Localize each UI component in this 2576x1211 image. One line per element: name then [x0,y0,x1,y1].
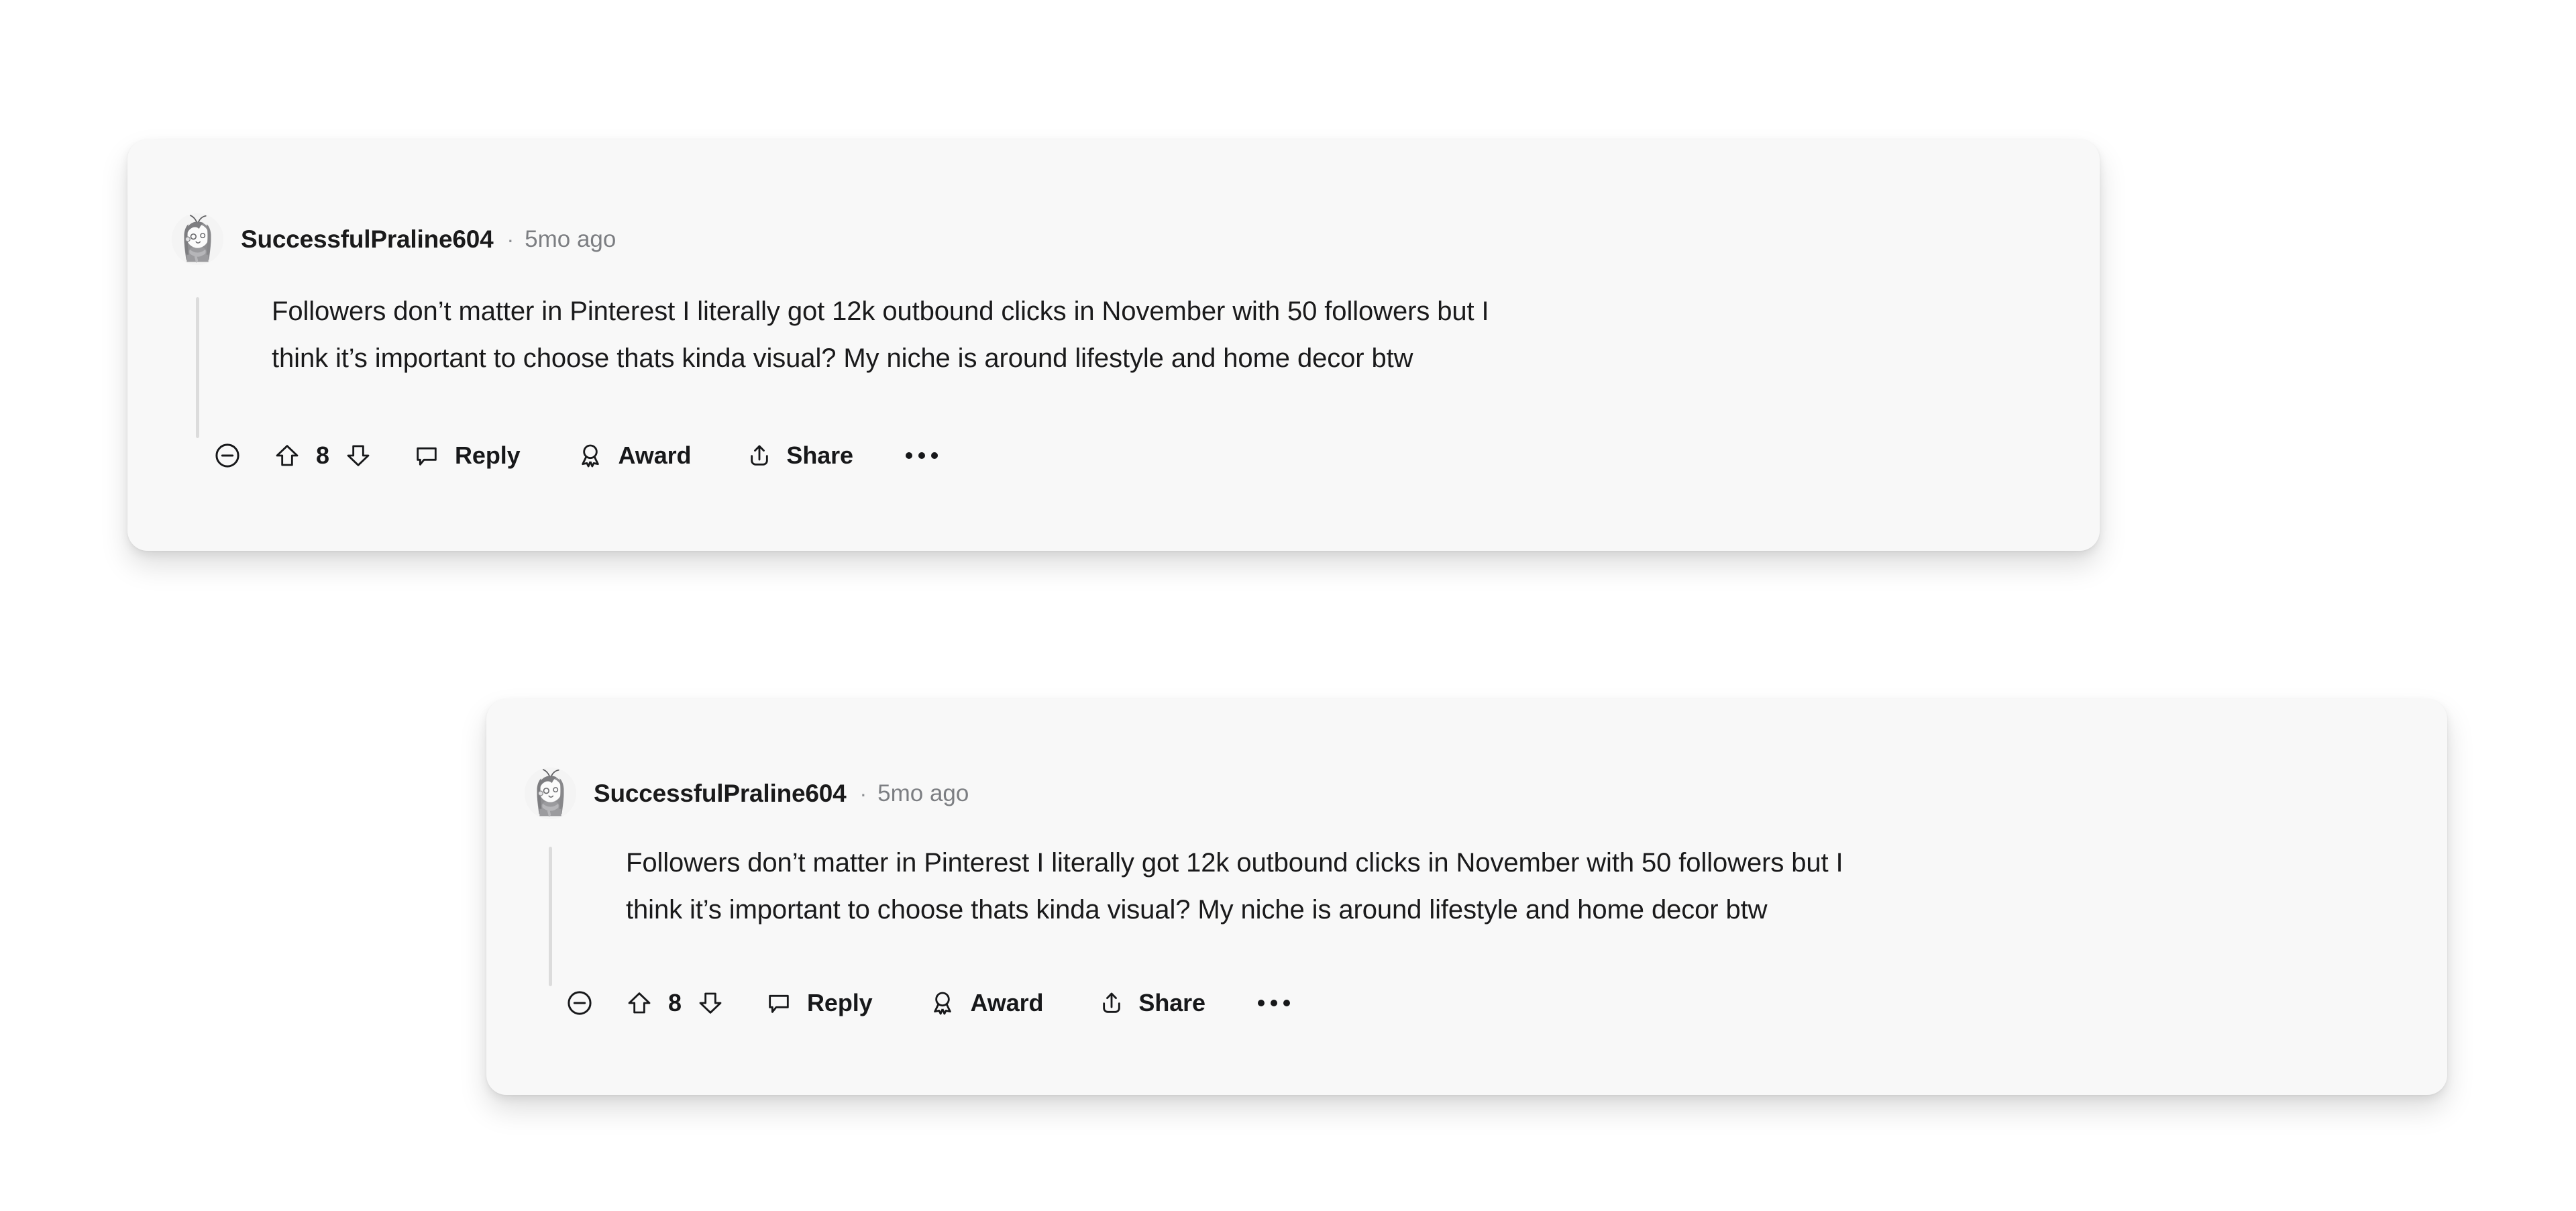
share-label: Share [1138,989,1205,1016]
comment-bubble-icon [769,994,789,1013]
reply-button[interactable]: Reply [413,441,521,470]
comment-action-bar: 8 Reply Award Share [566,989,1294,1017]
comment-timestamp: 5mo ago [877,780,969,806]
thread-line [196,297,199,438]
vote-group: 8 [626,989,724,1017]
comment-body-line: think it’s important to choose thats kin… [272,344,1413,374]
circle-minus-icon [568,991,592,1015]
more-options-button[interactable] [902,445,942,466]
upvote-arrow-icon [628,992,651,1014]
avatar[interactable] [172,213,223,265]
screenshot-stage: SuccessfulPraline604 · 5mo ago Followers… [0,0,2576,1211]
more-horizontal-icon [930,452,938,459]
more-horizontal-icon [1283,1000,1290,1006]
reply-button[interactable]: Reply [765,989,873,1017]
comment-author[interactable]: SuccessfulPraline604 [241,225,494,254]
circle-minus-icon [215,443,239,468]
award-button[interactable]: Award [577,441,692,470]
share-upload-icon [1103,992,1121,1013]
more-horizontal-icon [1270,1000,1277,1006]
comment-bubble-icon [417,447,437,466]
comment-card-inner: SuccessfulPraline604 · 5mo ago Followers… [127,140,2100,551]
comment-action-bar: 8 Reply Award Share [213,441,942,470]
share-upload-icon [751,445,769,466]
upvote-button[interactable] [274,442,301,469]
award-label: Award [970,989,1044,1016]
downvote-arrow-icon [347,445,370,466]
comment-header: SuccessfulPraline604 · 5mo ago [172,213,616,265]
reply-label: Reply [455,441,521,469]
avatar[interactable] [525,768,576,819]
award-button[interactable]: Award [929,989,1044,1017]
comment-timestamp: 5mo ago [525,225,616,252]
vote-group: 8 [274,441,372,470]
share-button[interactable]: Share [746,441,853,470]
comment-body-line: think it’s important to choose thats kin… [626,895,1768,925]
award-rosette-icon [581,444,599,468]
share-button[interactable]: Share [1098,989,1205,1017]
comment-card-inner: SuccessfulPraline604 · 5mo ago Followers… [486,699,2447,1095]
more-horizontal-icon [905,452,912,459]
upvote-arrow-icon [276,445,299,466]
collapse-button[interactable] [213,441,241,470]
thread-line [549,847,552,986]
more-options-button[interactable] [1254,993,1294,1013]
meta-separator: · [859,781,867,806]
more-horizontal-icon [1257,1000,1265,1006]
comment-body: Followers don’t matter in Pinterest I li… [272,291,1489,380]
reply-label: Reply [807,989,873,1016]
comment-card: SuccessfulPraline604 · 5mo ago Followers… [127,140,2100,551]
comment-card: SuccessfulPraline604 · 5mo ago Followers… [486,699,2447,1095]
comment-body: Followers don’t matter in Pinterest I li… [626,842,1843,931]
comment-body-line: Followers don’t matter in Pinterest I li… [272,297,1489,326]
vote-count: 8 [667,989,682,1016]
upvote-button[interactable] [626,990,653,1016]
meta-separator: · [506,227,515,252]
downvote-arrow-icon [699,992,722,1014]
award-label: Award [618,441,692,469]
share-label: Share [786,441,853,469]
comment-body-line: Followers don’t matter in Pinterest I li… [626,848,1843,878]
downvote-button[interactable] [697,990,724,1016]
comment-header: SuccessfulPraline604 · 5mo ago [525,768,969,819]
collapse-button[interactable] [566,989,594,1017]
award-rosette-icon [933,992,951,1015]
vote-count: 8 [315,441,330,469]
more-horizontal-icon [918,452,925,459]
comment-author[interactable]: SuccessfulPraline604 [594,780,847,808]
downvote-button[interactable] [345,442,372,469]
